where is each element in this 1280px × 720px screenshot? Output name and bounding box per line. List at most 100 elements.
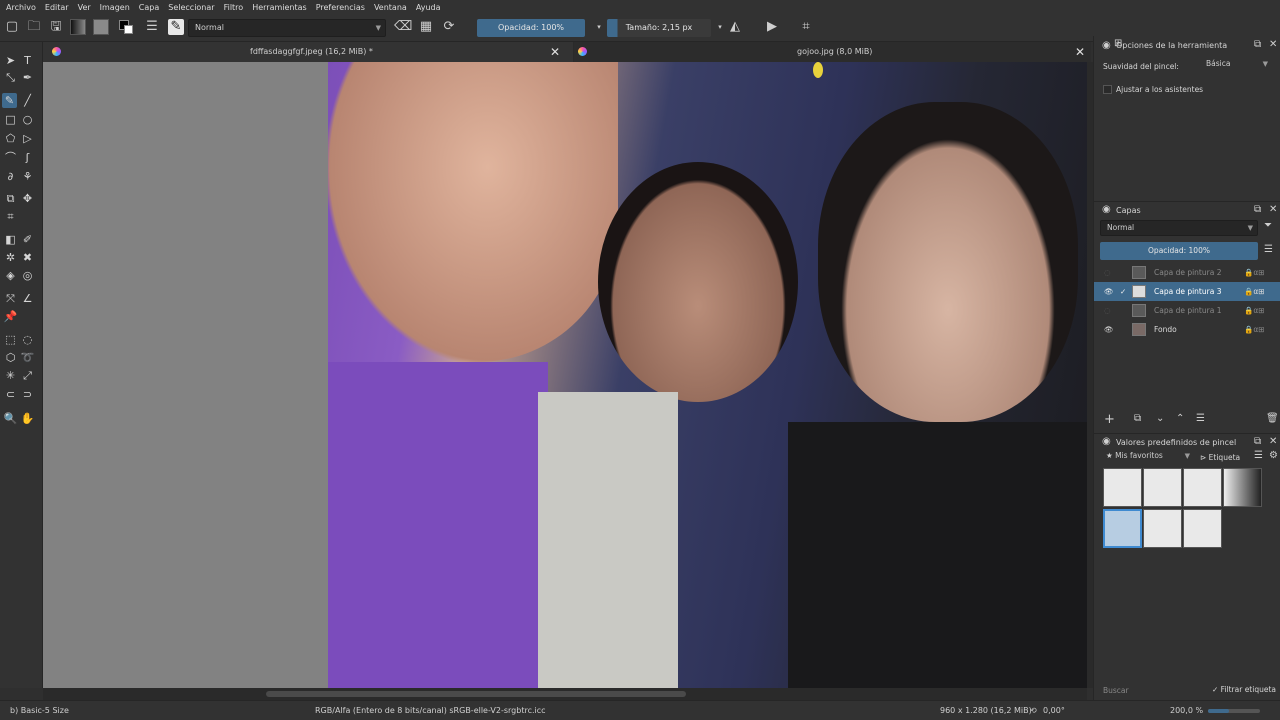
tag-button[interactable]: ⊳ Etiqueta — [1200, 453, 1240, 462]
bezier-tool-icon[interactable]: ⌒ — [3, 150, 18, 165]
assistant-tool-icon[interactable]: ⤧ — [3, 291, 18, 306]
layer-blend-select[interactable]: Normal ▼ — [1100, 220, 1258, 236]
filter-icon[interactable]: ⏷ — [1264, 220, 1272, 231]
filter-tag-checkbox[interactable]: ✓ Filtrar etiqueta — [1212, 685, 1276, 694]
save-icon[interactable]: 🖫 — [48, 19, 64, 35]
layer-row[interactable]: ◌ Capa de pintura 2 🔒α⊞ — [1094, 263, 1280, 282]
status-zoom[interactable]: 200,0 % — [1170, 701, 1203, 720]
menu-ver[interactable]: Ver — [78, 3, 91, 12]
close-icon[interactable]: ✕ — [1269, 39, 1277, 50]
smoothing-select[interactable]: Básica ▼ — [1200, 58, 1272, 72]
brush-preset-basic[interactable] — [1103, 509, 1142, 548]
menu-herramientas[interactable]: Herramientas — [252, 3, 307, 12]
pattern-swatch[interactable] — [93, 19, 109, 35]
tab-document-2[interactable]: gojoo.jpg (8,0 MiB) ✕ — [574, 42, 1091, 62]
menu-ventana[interactable]: Ventana — [374, 3, 407, 12]
multibrush-icon[interactable]: ⚘ — [20, 169, 35, 184]
layer-lock-icon[interactable]: 🔒α⊞ — [1244, 263, 1265, 282]
close-icon[interactable]: ✕ — [1269, 204, 1277, 215]
zoom-slider[interactable] — [1208, 709, 1260, 713]
menu-icon[interactable]: ☰ — [1264, 244, 1273, 255]
add-layer-icon[interactable]: + — [1104, 412, 1115, 427]
status-brush[interactable]: b) Basic-5 Size — [10, 701, 69, 720]
layer-row[interactable]: 👁 Fondo 🔒α⊞ — [1094, 320, 1280, 339]
brush-preset-pencil-blue[interactable] — [1143, 468, 1182, 507]
mirror-vertical-icon[interactable]: ▶ — [764, 19, 780, 35]
brush-preset-eraser[interactable] — [1103, 468, 1142, 507]
mirror-horizontal-icon[interactable]: ◭ — [727, 19, 743, 35]
pan-tool-icon[interactable]: ✋ — [20, 411, 35, 426]
close-icon[interactable]: ✕ — [1075, 42, 1085, 62]
brush-settings-icon[interactable]: ☰ — [144, 19, 160, 35]
tab-document-1[interactable]: fdffasdaggfgf.jpeg (16,2 MiB) * ✕ — [43, 42, 573, 62]
wrap-around-icon[interactable]: ⌗ — [798, 19, 814, 35]
move-down-icon[interactable]: ⌄ — [1156, 413, 1164, 424]
float-docker-icon[interactable]: ⧉ — [1254, 204, 1261, 215]
reference-images-icon[interactable]: 📌 — [3, 309, 18, 324]
brush-preset-marker[interactable] — [1183, 509, 1222, 548]
snap-checkbox[interactable] — [1103, 85, 1112, 94]
menu-archivo[interactable]: Archivo — [6, 3, 36, 12]
fill-tool-icon[interactable]: ◈ — [3, 268, 18, 283]
bezier-select-icon[interactable]: ⊂ — [3, 387, 18, 402]
polyline-tool-icon[interactable]: ▷ — [20, 131, 35, 146]
layer-properties-icon[interactable]: ☰ — [1196, 413, 1205, 424]
search-input[interactable]: Buscar — [1103, 686, 1129, 695]
layer-row[interactable]: 👁 ✓ Capa de pintura 3 🔒α⊞ — [1094, 282, 1280, 301]
line-tool-icon[interactable]: ╱ — [20, 93, 35, 108]
gradient-swatch[interactable] — [70, 19, 86, 35]
lock-docker-icon[interactable]: ◉ — [1102, 436, 1111, 447]
polygon-tool-icon[interactable]: ⬠ — [3, 131, 18, 146]
freehand-path-icon[interactable]: ʃ — [20, 150, 35, 165]
ellipse-select-icon[interactable]: ◌ — [20, 332, 35, 347]
rect-select-icon[interactable]: ⬚ — [3, 332, 18, 347]
layer-lock-icon[interactable]: 🔒α⊞ — [1244, 282, 1265, 301]
menu-ayuda[interactable]: Ayuda — [416, 3, 441, 12]
enclose-fill-icon[interactable]: ◎ — [20, 268, 35, 283]
similar-select-icon[interactable]: ⤢ — [20, 368, 35, 383]
opacity-spin-icon[interactable]: ▾ — [591, 19, 607, 35]
magnetic-select-icon[interactable]: ⊃ — [20, 387, 35, 402]
canvas-area[interactable] — [43, 62, 1087, 688]
close-icon[interactable]: ✕ — [1269, 436, 1277, 447]
new-document-icon[interactable]: ▢ — [4, 19, 20, 35]
freehand-select-icon[interactable]: ➰ — [20, 350, 35, 365]
menu-capa[interactable]: Capa — [139, 3, 159, 12]
calligraphy-icon[interactable]: ✒ — [20, 70, 35, 85]
edit-shapes-icon[interactable]: ⤡ — [3, 70, 18, 85]
horizontal-scrollbar[interactable] — [43, 688, 1087, 700]
color-picker-icon[interactable]: ✐ — [20, 232, 35, 247]
layer-opacity-slider[interactable]: Opacidad: 100% — [1100, 242, 1258, 260]
float-docker-icon[interactable]: ⧉ — [1254, 436, 1261, 447]
reload-icon[interactable]: ⟳ — [441, 19, 457, 35]
text-tool-icon[interactable]: T — [20, 53, 35, 68]
fg-bg-color-icon[interactable] — [118, 19, 134, 35]
brush-preset-icon[interactable]: ✎ — [168, 19, 184, 35]
float-docker-icon[interactable]: ⧉ — [1254, 39, 1261, 50]
layer-row[interactable]: ◌ Capa de pintura 1 🔒α⊞ — [1094, 301, 1280, 320]
close-icon[interactable]: ✕ — [550, 42, 560, 62]
visibility-off-icon[interactable]: ◌ — [1104, 301, 1111, 320]
rectangle-tool-icon[interactable]: □ — [3, 112, 18, 127]
measure-tool-icon[interactable]: ∠ — [20, 291, 35, 306]
layer-lock-icon[interactable]: 🔒α⊞ — [1244, 320, 1265, 339]
gradient-tool-icon[interactable]: ◧ — [3, 232, 18, 247]
zoom-tool-icon[interactable]: 🔍 — [3, 411, 18, 426]
dynamic-brush-icon[interactable]: ∂ — [3, 169, 18, 184]
visibility-on-icon[interactable]: 👁 — [1104, 282, 1114, 301]
layer-lock-icon[interactable]: 🔒α⊞ — [1244, 301, 1265, 320]
contiguous-select-icon[interactable]: ✳ — [3, 368, 18, 383]
move-up-icon[interactable]: ⌃ — [1176, 413, 1184, 424]
brush-preset-ink[interactable] — [1223, 468, 1262, 507]
lock-docker-icon[interactable]: ◉ — [1102, 40, 1111, 51]
crop-tool-icon[interactable]: ⌗ — [3, 209, 18, 224]
menu-seleccionar[interactable]: Seleccionar — [168, 3, 214, 12]
brush-preset-pencil[interactable] — [1143, 509, 1182, 548]
delete-layer-icon[interactable]: 🗑 — [1266, 413, 1279, 424]
duplicate-layer-icon[interactable]: ⧉ — [1134, 413, 1141, 424]
ellipse-tool-icon[interactable]: ○ — [20, 112, 35, 127]
polygon-select-icon[interactable]: ⬡ — [3, 350, 18, 365]
visibility-on-icon[interactable]: 👁 — [1104, 320, 1114, 339]
tag-select[interactable]: ★ Mis favoritos ▼ — [1100, 450, 1194, 464]
menu-preferencias[interactable]: Preferencias — [316, 3, 365, 12]
